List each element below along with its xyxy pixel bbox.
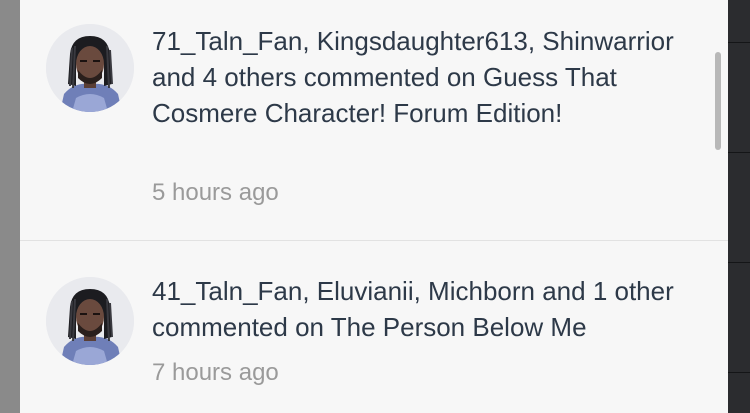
notifications-panel: 71_Taln_Fan, Kingsdaughter613, Shinwarri…	[20, 0, 728, 413]
backdrop-right	[728, 0, 750, 413]
backdrop-left	[0, 0, 20, 413]
notification-timestamp: 5 hours ago	[152, 179, 279, 206]
backdrop-line	[728, 262, 750, 263]
character-portrait-icon	[46, 277, 134, 365]
notification-text[interactable]: 41_Taln_Fan, Eluvianii, Michborn and 1 o…	[152, 273, 712, 345]
scrollbar[interactable]	[715, 52, 721, 150]
notification-text[interactable]: 71_Taln_Fan, Kingsdaughter613, Shinwarri…	[152, 23, 712, 131]
avatar[interactable]	[46, 277, 134, 365]
character-portrait-icon	[46, 24, 134, 112]
notification-item[interactable]: 41_Taln_Fan, Eluvianii, Michborn and 1 o…	[20, 241, 728, 413]
avatar[interactable]	[46, 24, 134, 112]
backdrop-line	[728, 152, 750, 153]
notification-item[interactable]: 71_Taln_Fan, Kingsdaughter613, Shinwarri…	[20, 0, 728, 240]
notification-timestamp: 7 hours ago	[152, 359, 279, 386]
backdrop-line	[728, 372, 750, 373]
backdrop-line	[728, 42, 750, 43]
